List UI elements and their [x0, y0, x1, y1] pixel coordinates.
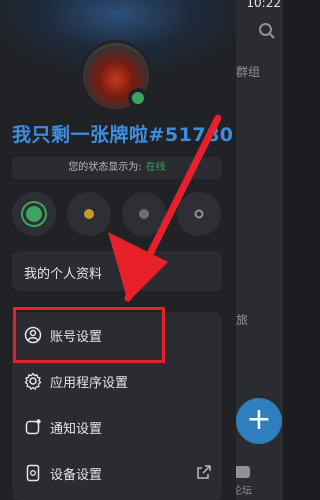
device-gear-icon — [26, 464, 40, 482]
device-settings-item[interactable]: 设备设置 — [12, 452, 222, 492]
device-settings-label: 设备设置 — [50, 468, 103, 483]
add-fab-button[interactable]: + — [236, 398, 282, 444]
highlight-box — [13, 307, 165, 363]
online-dot-icon — [26, 206, 42, 222]
profile-drawer: 我只剩一张牌啦#51780 您的状态显示为: 在线 我的个人资料 账号设置 应用程… — [0, 0, 236, 500]
status-display: 您的状态显示为: 在线 — [12, 157, 222, 179]
bg-fragment-groups: 群组 — [236, 65, 261, 79]
notification-settings-label: 通知设置 — [50, 422, 103, 437]
idle-dot-icon — [84, 209, 94, 219]
search-icon[interactable] — [258, 22, 276, 40]
dnd-dot-icon — [139, 209, 149, 219]
invisible-dot-icon — [194, 209, 204, 219]
status-time: 10:22 — [246, 0, 281, 10]
gear-icon — [24, 372, 42, 390]
notification-settings-item[interactable]: 通知设置 — [12, 406, 222, 446]
status-selector — [12, 192, 234, 236]
notification-icon — [25, 419, 41, 435]
status-option-invisible[interactable] — [177, 192, 221, 236]
status-option-idle[interactable] — [67, 192, 111, 236]
app-settings-label: 应用程序设置 — [50, 376, 129, 391]
bg-fragment-travel: 旅 — [236, 313, 249, 327]
app-settings-item[interactable]: 应用程序设置 — [12, 360, 222, 400]
status-option-online[interactable] — [12, 192, 56, 236]
my-profile-button[interactable]: 我的个人资料 — [12, 251, 222, 291]
status-value: 在线 — [145, 162, 166, 173]
status-option-dnd[interactable] — [122, 192, 166, 236]
username: 我只剩一张牌啦#51780 — [12, 124, 234, 146]
external-link-icon — [197, 465, 211, 479]
online-status-indicator — [128, 88, 148, 108]
my-profile-label: 我的个人资料 — [24, 267, 103, 282]
status-prefix: 您的状态显示为: — [68, 162, 142, 173]
forum-icon[interactable] — [234, 466, 250, 478]
